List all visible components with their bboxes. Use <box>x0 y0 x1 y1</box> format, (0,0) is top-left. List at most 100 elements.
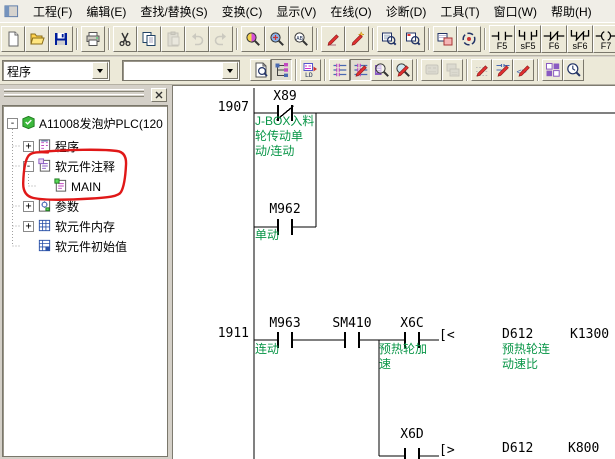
window-arrange-button[interactable] <box>433 26 457 52</box>
menu-item-help[interactable]: 帮助(H) <box>544 2 599 22</box>
program-type-combobox[interactable]: 程序 <box>2 60 110 81</box>
tree-item-device-memory[interactable]: + 软元件内存 <box>23 217 115 236</box>
tree-item-device-init-value[interactable]: 软元件初始值 <box>23 237 127 256</box>
ladder-list-toggle-button[interactable]: LD <box>300 59 321 81</box>
clock-magnifier-icon <box>566 62 582 78</box>
app-window-icon[interactable] <box>3 4 20 19</box>
function-key-label: F7 <box>601 42 612 51</box>
menu-item-tools[interactable]: 工具(T) <box>433 2 486 22</box>
toolbar-separator <box>324 59 326 81</box>
memory-icon <box>37 218 52 236</box>
parallel-open-icon <box>516 30 540 42</box>
menu-item-find-replace[interactable]: 查找/替换(S) <box>133 2 214 22</box>
program-trace-button[interactable] <box>457 26 481 52</box>
block-grid-icon <box>545 62 561 78</box>
parallel-closed-contact-button[interactable]: sF6 <box>567 25 593 53</box>
toolbar-separator <box>428 28 430 50</box>
device-comment-edit-button[interactable] <box>471 59 492 81</box>
ladder-rows-pencil-icon <box>353 62 369 78</box>
collapse-icon[interactable]: - <box>23 161 34 172</box>
device-batch-edit-button[interactable] <box>345 26 369 52</box>
scan-time-button[interactable] <box>563 59 584 81</box>
tree-item-parameter[interactable]: +参数 <box>23 197 79 216</box>
device-test-button[interactable] <box>321 26 345 52</box>
function-key-label: sF6 <box>572 42 587 51</box>
menu-items: 工程(F)编辑(E)查找/替换(S)变换(C)显示(V)在线(O)诊断(D)工具… <box>26 3 599 20</box>
svg-text:LD: LD <box>305 71 313 78</box>
toolbar-separator <box>295 59 297 81</box>
save-project-button[interactable] <box>49 26 73 52</box>
collapse-icon[interactable]: - <box>7 118 18 129</box>
read-mode-button[interactable] <box>329 59 350 81</box>
device-combobox[interactable] <box>122 60 240 81</box>
toolbar-separator <box>484 28 486 50</box>
svg-text:AB: AB <box>296 36 303 42</box>
write-mode-button[interactable] <box>350 59 371 81</box>
combobox-dropdown-button[interactable] <box>92 62 108 79</box>
monitor-write-window-button[interactable] <box>401 26 425 52</box>
tree-item-label: 软元件初始值 <box>55 238 127 255</box>
tree-item-label: 软元件内存 <box>55 218 115 235</box>
cut-button[interactable] <box>113 26 137 52</box>
ladder-block-button[interactable] <box>542 59 563 81</box>
find-instruction-icon <box>269 31 285 47</box>
menu-item-edit[interactable]: 编辑(E) <box>79 2 133 22</box>
expand-icon[interactable]: + <box>23 201 34 212</box>
mdi-child-icon <box>3 4 20 19</box>
monitor-window-button[interactable] <box>377 26 401 52</box>
tree-item-program[interactable]: +程序 <box>23 137 79 156</box>
menu-item-project[interactable]: 工程(F) <box>26 2 79 22</box>
open-contact-button[interactable]: F5 <box>489 25 515 53</box>
new-project-button[interactable] <box>1 26 25 52</box>
contact-device-sm410: SM410 <box>323 316 381 331</box>
panel-gripper[interactable] <box>4 89 144 92</box>
menu-item-convert[interactable]: 变换(C) <box>215 2 270 22</box>
init-icon-icon <box>37 238 52 253</box>
parallel-open-contact-button[interactable]: sF5 <box>515 25 541 53</box>
program-icon <box>37 138 52 156</box>
zoom-window-icon <box>381 31 397 47</box>
closed-contact-icon <box>542 30 566 42</box>
tree-item-project-root[interactable]: -A11008发泡炉PLC(120 <box>7 114 163 133</box>
find-device-button[interactable] <box>241 26 265 52</box>
remote-grey2-icon <box>445 62 461 78</box>
statement-edit-button[interactable] <box>492 59 513 81</box>
project-data-list-button[interactable] <box>271 59 292 81</box>
ladder-editor[interactable]: 1907 X89 J-BOX入料 轮传动单 动/连动 M962 单动 1911 … <box>172 85 615 459</box>
main-toolbar: ABF5sF5F6sF6F7F8 <box>0 23 615 56</box>
monitor-write-mode-button[interactable] <box>392 59 413 81</box>
expand-icon[interactable]: + <box>23 141 34 152</box>
device-comment-x89: J-BOX入料 轮传动单 动/连动 <box>255 114 323 159</box>
closed-contact-button[interactable]: F6 <box>541 25 567 53</box>
menu-item-diagnostics[interactable]: 诊断(D) <box>379 2 434 22</box>
panel-close-button[interactable] <box>151 88 167 102</box>
note-edit-button[interactable]: <> <box>513 59 534 81</box>
tree-item-device-comment[interactable]: -软元件注释 <box>23 157 115 176</box>
menu-item-view[interactable]: 显示(V) <box>269 2 323 22</box>
device-comment-m963: 连动 <box>255 342 315 357</box>
tree-item-device-comment-main[interactable]: MAIN <box>53 177 101 196</box>
panel-gripper[interactable] <box>4 94 144 97</box>
print-button[interactable] <box>81 26 105 52</box>
remote-run-button <box>421 59 442 81</box>
menu-item-online[interactable]: 在线(O) <box>323 2 378 22</box>
project-root-icon <box>21 115 36 133</box>
zoom-window-red-icon <box>405 31 421 47</box>
coil-button[interactable]: F7 <box>593 25 615 53</box>
copy-button[interactable] <box>137 26 161 52</box>
project-tree: -A11008发泡炉PLC(120+程序-软元件注释MAIN+参数+软元件内存软… <box>2 105 168 457</box>
program-check-button[interactable] <box>250 59 271 81</box>
monitor-mode-button[interactable] <box>371 59 392 81</box>
open-project-button[interactable] <box>25 26 49 52</box>
find-string-button[interactable]: AB <box>289 26 313 52</box>
compare-operator-less: [< <box>439 328 455 343</box>
combobox-dropdown-button[interactable] <box>222 62 238 79</box>
project-tree-icon <box>274 62 290 78</box>
ladder-diagram <box>173 86 615 459</box>
ladder-rows-icon <box>332 62 348 78</box>
menu-item-window[interactable]: 窗口(W) <box>487 2 544 22</box>
find-instruction-button[interactable] <box>265 26 289 52</box>
expand-icon[interactable]: + <box>23 221 34 232</box>
redo-button <box>209 26 233 52</box>
compare-constant-k800: K800 <box>568 441 599 456</box>
